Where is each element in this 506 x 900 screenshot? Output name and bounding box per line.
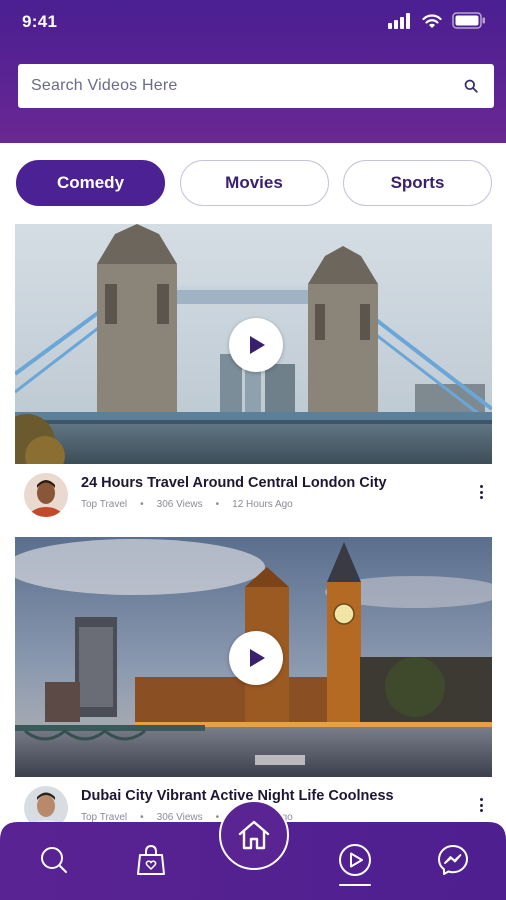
upload-time: 12 Hours Ago	[232, 499, 293, 510]
shopping-bag-icon	[137, 844, 165, 875]
tab-comedy[interactable]: Comedy	[16, 160, 165, 206]
play-circle-icon	[339, 844, 371, 876]
video-subtitle: Top Travel • 306 Views • 12 Hours Ago	[81, 499, 293, 510]
search-placeholder: Search Videos Here	[31, 77, 178, 94]
signal-icon	[388, 12, 410, 29]
play-icon	[250, 649, 265, 667]
avatar[interactable]	[24, 473, 68, 517]
play-button[interactable]	[229, 318, 283, 372]
play-button[interactable]	[229, 631, 283, 685]
status-time: 9:41	[22, 12, 58, 31]
video-title[interactable]: 24 Hours Travel Around Central London Ci…	[81, 475, 387, 491]
video-thumbnail-1[interactable]	[15, 224, 492, 464]
category-tabs: Comedy Movies Sports	[16, 160, 492, 206]
bottom-nav	[0, 800, 506, 900]
status-icons	[388, 12, 486, 29]
video-thumbnail-2[interactable]	[15, 537, 492, 777]
messenger-icon	[438, 845, 468, 875]
tab-movies[interactable]: Movies	[179, 160, 329, 206]
wifi-icon	[422, 13, 442, 28]
nav-search[interactable]	[34, 840, 74, 880]
search-icon[interactable]	[464, 79, 478, 93]
battery-icon	[452, 12, 485, 29]
app-header: 9:41 Search Videos Here	[0, 0, 506, 143]
nav-home[interactable]	[219, 800, 289, 870]
home-icon	[238, 820, 270, 850]
channel-name[interactable]: Top Travel	[81, 499, 127, 510]
nav-videos[interactable]	[335, 840, 375, 880]
nav-shop[interactable]	[131, 840, 171, 880]
play-icon	[250, 336, 265, 354]
search-icon	[41, 847, 67, 873]
active-tab-indicator	[339, 884, 371, 886]
avatar-image	[24, 473, 68, 517]
separator-dot: •	[215, 499, 220, 510]
more-options-icon[interactable]	[480, 485, 484, 502]
search-input[interactable]: Search Videos Here	[18, 64, 494, 108]
tab-sports[interactable]: Sports	[343, 160, 492, 206]
video-title[interactable]: Dubai City Vibrant Active Night Life Coo…	[81, 788, 394, 804]
nav-messages[interactable]	[433, 840, 473, 880]
separator-dot: •	[140, 499, 144, 510]
view-count: 306 Views	[156, 499, 203, 510]
video-meta-1: 24 Hours Travel Around Central London Ci…	[24, 473, 494, 519]
more-options-icon[interactable]	[480, 798, 484, 815]
